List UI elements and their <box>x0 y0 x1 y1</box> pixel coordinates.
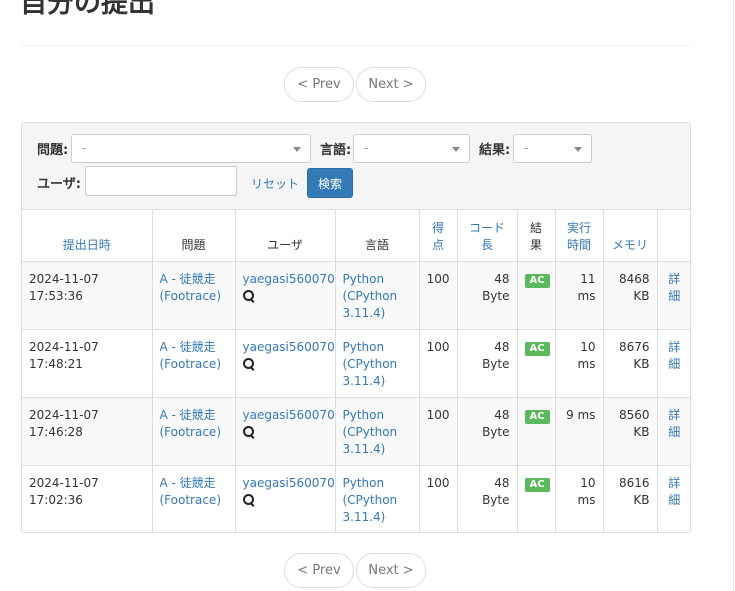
submissions-table: 提出日時 問題 ユーザ 言語 得点 コード長 結果 実行 時間 メモリ 2024-… <box>22 210 690 532</box>
language-link[interactable]: Python (CPython 3.11.4) <box>335 465 420 532</box>
language-link[interactable]: Python (CPython 3.11.4) <box>335 397 420 466</box>
reset-link[interactable]: リセット <box>251 175 299 192</box>
user-link[interactable]: yaegasi560070 <box>243 408 335 422</box>
detail-link[interactable]: 詳細 <box>657 397 690 466</box>
header-memory[interactable]: メモリ <box>603 210 658 262</box>
status-badge: AC <box>524 409 550 424</box>
detail-link[interactable]: 詳細 <box>657 261 690 330</box>
task-link[interactable]: A - 徒競走 (Footrace) <box>152 397 236 466</box>
header-user: ユーザ <box>235 210 336 262</box>
exec-time: 9 ms <box>555 397 604 466</box>
header-score[interactable]: 得点 <box>419 210 458 262</box>
window-edge <box>733 0 734 591</box>
task-link[interactable]: A - 徒競走 (Footrace) <box>152 261 236 330</box>
user-link[interactable]: yaegasi560070 <box>243 340 335 354</box>
page-gutter <box>691 0 735 591</box>
pagination-bottom: < Prev Next > <box>284 553 428 588</box>
submitted-at: 2024-11-07 17:48:21 <box>22 329 153 398</box>
score: 100 <box>419 397 458 466</box>
exec-time: 10 ms <box>555 465 604 532</box>
magnifier-icon[interactable] <box>242 357 256 371</box>
score: 100 <box>419 465 458 532</box>
caret-down-icon <box>293 147 301 152</box>
caret-down-icon <box>452 147 460 152</box>
status-cell: AC <box>517 329 556 398</box>
header-detail <box>657 210 690 262</box>
filter-bar: 問題: - 言語: - 結果: - ユーザ: リセット 検索 <box>22 123 690 210</box>
score: 100 <box>419 261 458 330</box>
language-filter-value: - <box>364 141 369 155</box>
status-badge: AC <box>524 341 550 356</box>
memory: 8560 KB <box>603 397 658 466</box>
problem-filter-select[interactable]: - <box>71 134 311 163</box>
page-title: 自分の提出 <box>20 0 155 19</box>
magnifier-icon[interactable] <box>242 289 256 303</box>
user-link[interactable]: yaegasi560070 <box>243 476 335 490</box>
header-result: 結果 <box>517 210 556 262</box>
header-language: 言語 <box>335 210 420 262</box>
table-row: 2024-11-07 17:48:21 A - 徒競走 (Footrace) ya… <box>22 329 690 398</box>
language-filter-select[interactable]: - <box>353 134 470 163</box>
user-cell: yaegasi560070 <box>235 329 336 398</box>
table-row: 2024-11-07 17:46:28 A - 徒競走 (Footrace) ya… <box>22 397 690 466</box>
submitted-at: 2024-11-07 17:53:36 <box>22 261 153 330</box>
status-cell: AC <box>517 397 556 466</box>
header-exec-time[interactable]: 実行 時間 <box>555 210 604 262</box>
user-cell: yaegasi560070 <box>235 465 336 532</box>
submitted-at: 2024-11-07 17:46:28 <box>22 397 153 466</box>
result-filter-select[interactable]: - <box>513 134 592 163</box>
memory: 8468 KB <box>603 261 658 330</box>
exec-time: 10 ms <box>555 329 604 398</box>
memory: 8676 KB <box>603 329 658 398</box>
header-task: 問題 <box>152 210 236 262</box>
status-cell: AC <box>517 465 556 532</box>
language-filter-label: 言語: <box>320 143 352 158</box>
table-row: 2024-11-07 17:02:36 A - 徒競走 (Footrace) ya… <box>22 465 690 532</box>
user-filter-label: ユーザ: <box>37 177 81 192</box>
task-link[interactable]: A - 徒競走 (Footrace) <box>152 465 236 532</box>
task-link[interactable]: A - 徒競走 (Footrace) <box>152 329 236 398</box>
submitted-at: 2024-11-07 17:02:36 <box>22 465 153 532</box>
user-link[interactable]: yaegasi560070 <box>243 272 335 286</box>
prev-page-button[interactable]: < Prev <box>284 67 354 102</box>
submissions-panel: 問題: - 言語: - 結果: - ユーザ: リセット 検索 提出日時 問題 ユ… <box>21 122 691 533</box>
search-button[interactable]: 検索 <box>307 168 353 198</box>
language-link[interactable]: Python (CPython 3.11.4) <box>335 261 420 330</box>
table-header-row: 提出日時 問題 ユーザ 言語 得点 コード長 結果 実行 時間 メモリ <box>22 210 690 262</box>
memory: 8616 KB <box>603 465 658 532</box>
language-link[interactable]: Python (CPython 3.11.4) <box>335 329 420 398</box>
status-badge: AC <box>524 477 550 492</box>
status-cell: AC <box>517 261 556 330</box>
user-cell: yaegasi560070 <box>235 261 336 330</box>
detail-link[interactable]: 詳細 <box>657 329 690 398</box>
next-page-button[interactable]: Next > <box>356 553 426 588</box>
header-code-length[interactable]: コード長 <box>457 210 518 262</box>
code-length: 48 Byte <box>457 397 518 466</box>
caret-down-icon <box>574 147 582 152</box>
pagination-top: < Prev Next > <box>284 67 428 102</box>
exec-time: 11 ms <box>555 261 604 330</box>
magnifier-icon[interactable] <box>242 493 256 507</box>
user-filter-input[interactable] <box>85 166 237 196</box>
magnifier-icon[interactable] <box>242 425 256 439</box>
user-cell: yaegasi560070 <box>235 397 336 466</box>
score: 100 <box>419 329 458 398</box>
prev-page-button[interactable]: < Prev <box>284 553 354 588</box>
code-length: 48 Byte <box>457 329 518 398</box>
problem-filter-label: 問題: <box>37 143 69 158</box>
code-length: 48 Byte <box>457 465 518 532</box>
result-filter-label: 結果: <box>479 143 511 158</box>
result-filter-value: - <box>524 141 529 155</box>
problem-filter-value: - <box>82 141 87 155</box>
code-length: 48 Byte <box>457 261 518 330</box>
status-badge: AC <box>524 273 550 288</box>
title-divider <box>21 45 690 46</box>
header-submitted-at[interactable]: 提出日時 <box>22 210 153 262</box>
table-row: 2024-11-07 17:53:36 A - 徒競走 (Footrace) ya… <box>22 261 690 330</box>
next-page-button[interactable]: Next > <box>356 67 426 102</box>
detail-link[interactable]: 詳細 <box>657 465 690 532</box>
